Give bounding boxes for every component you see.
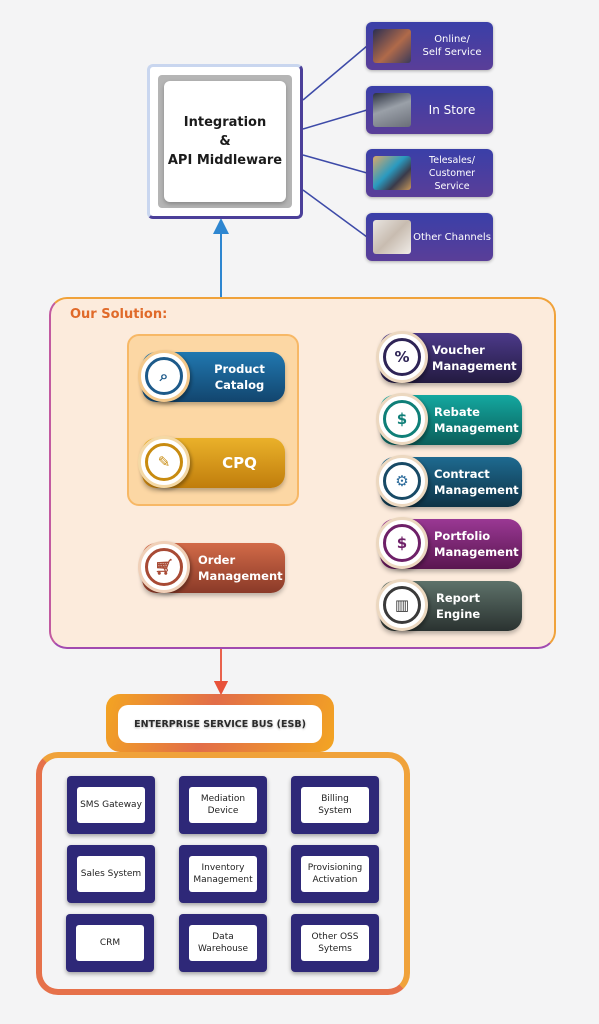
module-order-management: 🛒︎ Order Management [138, 541, 285, 593]
system-tile-sales-system: Sales System [67, 845, 155, 903]
shopping-cart-gear-icon: 🛒︎ [145, 548, 183, 586]
module-cpq: ✎ CPQ [138, 436, 285, 488]
esb-label: ENTERPRISE SERVICE BUS (ESB) [118, 705, 322, 743]
integration-middleware-box: Integration & API Middleware [147, 64, 303, 219]
hands-photo-icon [373, 220, 411, 254]
portfolio-icon-badge: $ [376, 517, 428, 569]
system-label: Sales System [77, 856, 145, 892]
system-tile-sms-gateway: SMS Gateway [67, 776, 155, 834]
system-tile-provisioning-activation: Provisioning Activation [291, 845, 379, 903]
channel-telesales: Telesales/ Customer Service [366, 149, 493, 197]
system-tile-other-oss-systems: Other OSS Sytems [291, 914, 379, 972]
our-solution-title: Our Solution: [70, 307, 168, 322]
module-contract-management: ⚙ Contract Management [376, 455, 522, 507]
contract-icon-badge: ⚙ [376, 455, 428, 507]
channel-in-store: In Store [366, 86, 493, 134]
module-label: Voucher Management [432, 343, 517, 373]
online-photo-icon [373, 29, 411, 63]
contract-gear-icon: ⚙ [383, 462, 421, 500]
product-catalog-icon-badge: ⌕ [138, 350, 190, 402]
module-label: Report Engine [436, 591, 481, 621]
module-voucher-management: % Voucher Management [376, 331, 522, 383]
folder-dollar-icon: $ [383, 524, 421, 562]
dollar-cycle-icon: $ [383, 400, 421, 438]
report-chart-icon: ▥ [383, 586, 421, 624]
module-label: Contract Management [434, 467, 519, 497]
system-label: Inventory Management [189, 856, 257, 892]
module-product-catalog: ⌕ Product Catalog [138, 350, 285, 402]
module-label: Rebate Management [434, 405, 519, 435]
module-report-engine: ▥ Report Engine [376, 579, 522, 631]
channel-online: Online/ Self Service [366, 22, 493, 70]
integration-label-card: Integration & API Middleware [164, 81, 286, 202]
system-tile-mediation-device: Mediation Device [179, 776, 267, 834]
rebate-icon-badge: $ [376, 393, 428, 445]
channel-other: Other Channels [366, 213, 493, 261]
quote-document-icon: ✎ [145, 443, 183, 481]
channel-label: Other Channels [413, 231, 491, 243]
module-label: CPQ [222, 454, 257, 472]
module-portfolio-management: $ Portfolio Management [376, 517, 522, 569]
system-label: SMS Gateway [77, 787, 145, 823]
voucher-percent-icon: % [383, 338, 421, 376]
globe-search-icon: ⌕ [145, 357, 183, 395]
voucher-icon-badge: % [376, 331, 428, 383]
channel-link-other [302, 189, 368, 238]
system-label: Data Warehouse [189, 925, 257, 961]
store-photo-icon [373, 93, 411, 127]
system-label: Provisioning Activation [301, 856, 369, 892]
telesales-photo-icon [373, 156, 411, 190]
system-label: Other OSS Sytems [301, 925, 369, 961]
channel-label: Telesales/ Customer Service [428, 154, 476, 192]
channel-link-online [302, 45, 368, 101]
channel-link-store [302, 109, 368, 130]
module-label: Product Catalog [214, 362, 265, 392]
module-rebate-management: $ Rebate Management [376, 393, 522, 445]
system-label: Billing System [301, 787, 369, 823]
integration-title: Integration & API Middleware [167, 115, 283, 168]
channel-label: Online/ Self Service [422, 34, 482, 58]
channel-link-telesales [302, 154, 368, 174]
system-tile-data-warehouse: Data Warehouse [179, 914, 267, 972]
system-tile-crm: CRM [66, 914, 154, 972]
system-label: Mediation Device [189, 787, 257, 823]
cpq-icon-badge: ✎ [138, 436, 190, 488]
system-tile-billing-system: Billing System [291, 776, 379, 834]
module-label: Order Management [198, 553, 283, 583]
module-label: Portfolio Management [434, 529, 519, 559]
report-icon-badge: ▥ [376, 579, 428, 631]
channel-label: In Store [428, 102, 476, 117]
system-label: CRM [76, 925, 144, 961]
system-tile-inventory-management: Inventory Management [179, 845, 267, 903]
order-icon-badge: 🛒︎ [138, 541, 190, 593]
